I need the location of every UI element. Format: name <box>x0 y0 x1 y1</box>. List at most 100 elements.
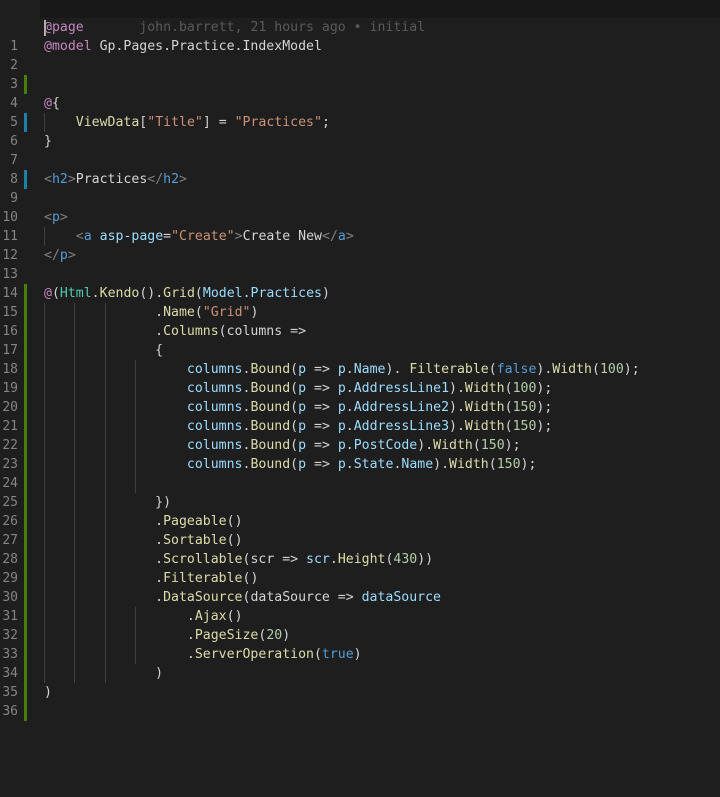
code-token: 150 <box>496 457 521 472</box>
code-token: ( <box>504 419 513 434</box>
code-token: () <box>226 609 243 624</box>
code-line[interactable]: 10 <box>0 189 720 225</box>
indent-guide <box>74 360 76 379</box>
diff-marker <box>24 474 27 493</box>
code-text: <a asp-page="Create">Create New</a> <box>44 227 354 246</box>
code-token: ; <box>321 115 330 130</box>
indent-guide <box>135 379 137 398</box>
diff-marker <box>24 303 27 322</box>
indent-guide <box>104 664 106 683</box>
code-token: > <box>67 172 76 187</box>
indent-guide <box>104 398 106 417</box>
code-token: 150 <box>480 438 505 453</box>
code-line[interactable]: 18 { <box>0 341 720 377</box>
code-token: columns <box>186 381 243 396</box>
code-text: ) <box>44 664 163 683</box>
code-line[interactable]: 22 columns.Bound(p => p.AddressLine3).Wi… <box>0 417 720 453</box>
code-line[interactable]: 25 <box>0 474 720 510</box>
code-text: @model Gp.Pages.Practice.IndexModel <box>44 37 322 56</box>
code-token: DataSource <box>163 590 243 605</box>
code-token: true <box>321 647 354 662</box>
indent-guide <box>104 303 106 322</box>
code-token: "Create" <box>171 229 235 244</box>
code-line[interactable] <box>0 702 720 721</box>
code-line[interactable]: 23 columns.Bound(p => p.PostCode).Width(… <box>0 436 720 472</box>
code-line[interactable]: 33 .PageSize(20) <box>0 626 720 662</box>
code-line[interactable]: 13 </p> <box>0 246 720 282</box>
code-token: < <box>75 229 84 244</box>
code-line[interactable]: 1 @page john.barrett, 21 hours ago • ini… <box>0 18 720 54</box>
indent-guide <box>44 512 45 531</box>
code-token: . <box>345 362 354 377</box>
code-token: ). <box>536 362 553 377</box>
code-token: 20 <box>266 628 283 643</box>
code-token: . <box>44 590 164 605</box>
code-line[interactable]: 34 .ServerOperation(true) <box>0 645 720 681</box>
indent-guide <box>104 341 106 360</box>
diff-marker <box>24 512 27 531</box>
code-line[interactable]: 24 columns.Bound(p => p.State.Name).Widt… <box>0 455 720 491</box>
code-token: Width <box>449 457 489 472</box>
code-text: columns.Bound(p => p.AddressLine3).Width… <box>44 417 552 436</box>
code-line[interactable]: 15 @(Html.Kendo().Grid(Model.Practices) <box>0 284 720 320</box>
diff-marker <box>24 455 27 474</box>
code-line[interactable]: 21 columns.Bound(p => p.AddressLine2).Wi… <box>0 398 720 434</box>
code-line[interactable]: 32 .Ajax() <box>0 607 720 643</box>
code-token: Name <box>163 305 195 320</box>
code-line[interactable]: 16 .Name("Grid") <box>0 303 720 339</box>
code-token: AddressLine1 <box>353 381 450 396</box>
code-token: ). <box>385 362 410 377</box>
code-line[interactable]: 11 <p> <box>0 208 720 244</box>
code-token: ); <box>536 400 553 415</box>
code-token: </ <box>44 248 60 263</box>
code-line[interactable]: 6 ViewData["Title"] = "Practices"; <box>0 113 720 149</box>
code-token: ViewData <box>75 115 140 130</box>
code-line[interactable]: 5 @{ <box>0 94 720 130</box>
code-text: ) <box>44 683 52 702</box>
code-line[interactable]: 29 .Scrollable(scr => scr.Height(430)) <box>0 550 720 586</box>
code-line[interactable]: 8 <box>0 151 720 187</box>
indent-guide <box>44 455 45 474</box>
code-line[interactable]: 3 <box>0 56 720 92</box>
code-line[interactable]: 30 .Filterable() <box>0 569 720 605</box>
code-token: Bound <box>250 419 291 434</box>
code-token: => <box>306 438 338 453</box>
code-line[interactable]: 31 .DataSource(dataSource => dataSource <box>0 588 720 624</box>
code-token: Name <box>401 457 434 472</box>
code-text: { <box>44 341 163 360</box>
code-token: ). <box>449 381 465 396</box>
diff-marker <box>24 493 27 512</box>
indent-guide <box>44 531 45 550</box>
indent-guide <box>74 588 76 607</box>
code-token: => <box>306 419 338 434</box>
code-line[interactable]: 4 <box>0 75 720 111</box>
indent-guide <box>44 474 45 493</box>
code-line[interactable]: 9 <h2>Practices</h2> <box>0 170 720 206</box>
code-token: State <box>353 457 394 472</box>
code-line[interactable]: 14 <box>0 265 720 301</box>
code-line[interactable]: 20 columns.Bound(p => p.AddressLine1).Wi… <box>0 379 720 415</box>
indent-guide <box>74 664 76 683</box>
code-line[interactable]: 26 }) <box>0 493 720 529</box>
code-line[interactable]: 7 } <box>0 132 720 168</box>
code-text: @{ <box>44 94 60 113</box>
code-line[interactable]: 36 ) <box>0 683 720 719</box>
code-text: <h2>Practices</h2> <box>44 170 187 189</box>
code-token: "Grid" <box>202 305 251 320</box>
code-line[interactable]: 35 ) <box>0 664 720 700</box>
code-token: Scrollable <box>163 552 243 567</box>
code-line[interactable]: 27 .Pageable() <box>0 512 720 548</box>
code-line[interactable]: 12 <a asp-page="Create">Create New</a> <box>0 227 720 263</box>
indent-guide <box>74 531 76 550</box>
code-line[interactable]: 28 .Sortable() <box>0 531 720 567</box>
code-line[interactable]: 19 columns.Bound(p => p.Name). Filterabl… <box>0 360 720 396</box>
code-editor[interactable]: 1 @page john.barrett, 21 hours ago • ini… <box>0 0 720 721</box>
code-token: </ <box>322 229 338 244</box>
code-line[interactable]: 2 @model Gp.Pages.Practice.IndexModel <box>0 37 720 73</box>
code-lines[interactable]: 1 @page john.barrett, 21 hours ago • ini… <box>0 18 720 721</box>
code-line[interactable]: 17 .Columns(columns => <box>0 322 720 358</box>
